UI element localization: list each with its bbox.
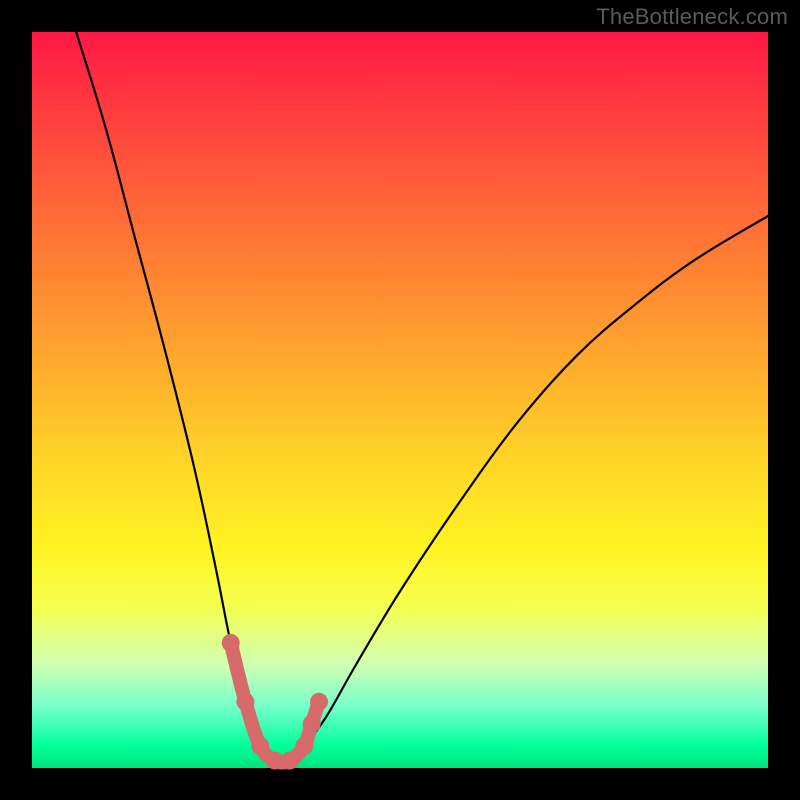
highlight-dot [303,715,321,733]
plot-area [32,32,768,768]
highlight-dot [236,693,254,711]
highlight-dot [222,634,240,652]
highlight-dot [310,693,328,711]
watermark-text: TheBottleneck.com [596,4,788,30]
highlight-dot [281,752,299,770]
highlight-dot [295,737,313,755]
chart-frame: TheBottleneck.com [0,0,800,800]
highlight-dot [251,737,269,755]
bottleneck-curve [76,32,768,763]
curve-layer [32,32,768,768]
